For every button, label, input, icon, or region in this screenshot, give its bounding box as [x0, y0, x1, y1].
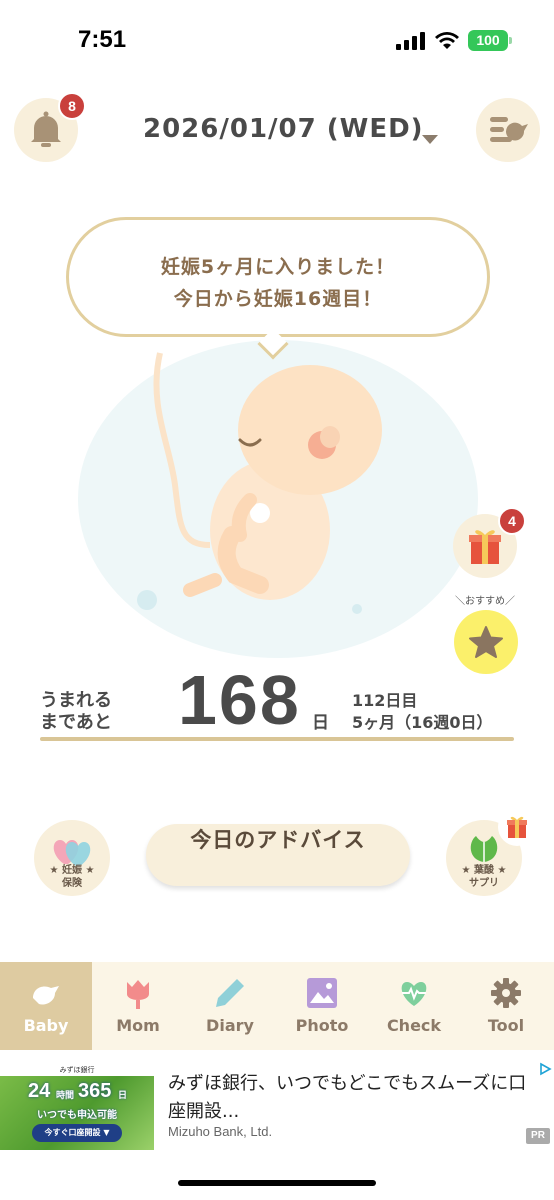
ad-image-jikan: 時間	[56, 1091, 75, 1101]
countdown-label-line1: うまれる	[40, 690, 112, 711]
tab-tool[interactable]: Tool	[460, 962, 552, 1050]
cellular-signal-icon	[396, 32, 426, 50]
ad-image-nichi: 日	[118, 1091, 128, 1101]
chevron-down-icon[interactable]	[422, 135, 438, 144]
countdown-label: うまれる まであと	[40, 690, 112, 734]
countdown-label-line2: まであと	[40, 712, 112, 733]
insurance-label: ★ 妊娠 ★ 保険	[34, 864, 110, 890]
date-selector[interactable]: 2026/01/07 (WED)	[143, 114, 424, 144]
pregnancy-progress: 112日目 5ヶ月（16週0日）	[352, 690, 493, 734]
tab-photo[interactable]: Photo	[276, 962, 368, 1050]
month-week: 5ヶ月（16週0日）	[352, 713, 493, 732]
supplement-label-line2: サプリ	[469, 878, 499, 889]
baby-bird-icon	[33, 986, 59, 1005]
ad-choices-icon[interactable]	[538, 1062, 552, 1076]
recommend-star-button[interactable]	[454, 610, 518, 674]
fetus-illustration[interactable]	[140, 345, 400, 625]
pregnancy-insurance-button[interactable]: ★ 妊娠 ★ 保険	[34, 820, 110, 896]
home-indicator[interactable]	[178, 1180, 376, 1186]
days-remaining: 168	[178, 661, 301, 739]
supplement-label-line1: ★ 葉酸 ★	[461, 865, 507, 876]
pencil-icon	[216, 979, 244, 1007]
ad-image-24: 24	[28, 1080, 51, 1102]
ad-image-header: みずほ銀行	[0, 1064, 154, 1076]
gift-count-badge: 4	[498, 507, 526, 535]
photo-icon	[307, 978, 337, 1008]
insurance-label-line2: 保険	[62, 878, 82, 889]
tab-baby[interactable]: Baby	[0, 962, 92, 1050]
ad-image-365: 365	[78, 1080, 112, 1102]
tab-mom[interactable]: Mom	[92, 962, 184, 1050]
tab-check[interactable]: Check	[368, 962, 460, 1050]
day-count: 112日目	[352, 691, 418, 710]
heartbeat-icon	[401, 982, 427, 1006]
wifi-icon	[435, 32, 459, 49]
countdown-underline	[40, 737, 514, 741]
tab-tool-label: Tool	[487, 1016, 525, 1035]
menu-bird-icon	[490, 117, 528, 142]
bubble-message-line1: 妊娠5ヶ月に入りました！	[160, 256, 396, 278]
supplement-label: ★ 葉酸 ★ サプリ	[446, 864, 522, 890]
recommend-label: ＼おすすめ／	[455, 596, 515, 607]
tulip-icon	[127, 980, 149, 1009]
tab-diary[interactable]: Diary	[184, 962, 276, 1050]
ad-image[interactable]: みずほ銀行 24 時間 365 日 いつでも申込可能 今すぐ口座開設 ▼	[0, 1064, 154, 1150]
menu-button[interactable]	[476, 98, 540, 162]
ad-advertiser: Mizuho Bank, Ltd.	[168, 1124, 273, 1139]
tab-photo-label: Photo	[295, 1016, 349, 1035]
gear-icon	[491, 978, 521, 1008]
notification-count-badge: 8	[58, 92, 86, 120]
todays-advice-button[interactable]: 今日のアドバイス	[146, 824, 410, 886]
insurance-label-line1: ★ 妊娠 ★	[49, 865, 95, 876]
ad-image-subtitle: いつでも申込可能	[37, 1110, 117, 1121]
gift-icon	[507, 816, 527, 838]
ad-pr-badge: PR	[526, 1128, 550, 1144]
tab-mom-label: Mom	[116, 1016, 160, 1035]
status-time: 7:51	[78, 26, 127, 53]
ad-title[interactable]: みずほ銀行、いつでもどこでもスムーズに口座開設...	[168, 1070, 544, 1126]
supplement-gift-badge	[498, 808, 536, 846]
battery-indicator: 100	[468, 30, 512, 51]
tab-check-label: Check	[386, 1016, 442, 1035]
tab-baby-label: Baby	[23, 1016, 69, 1035]
bubble-message-line2: 今日から妊娠16週目！	[173, 288, 383, 310]
tab-diary-label: Diary	[206, 1016, 254, 1035]
star-icon	[469, 626, 503, 658]
days-unit: 日	[312, 713, 329, 733]
ad-image-cta[interactable]: 今すぐ口座開設 ▼	[32, 1124, 122, 1142]
